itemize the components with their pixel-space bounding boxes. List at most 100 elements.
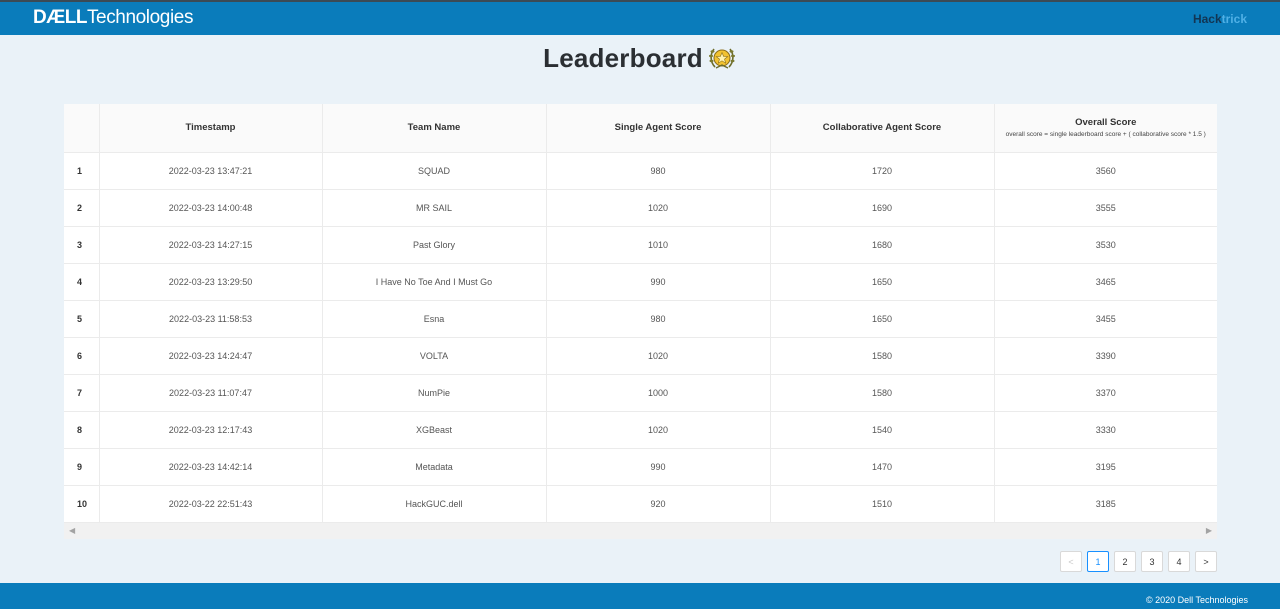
timestamp-cell: 2022-03-23 14:27:15 xyxy=(99,226,323,264)
overall-score-column-header: Overall Score overall score = single lea… xyxy=(994,104,1217,153)
overall-score-formula: overall score = single leaderboard score… xyxy=(1005,131,1206,139)
single-score-cell: 1000 xyxy=(546,374,771,413)
overall-score-cell: 3330 xyxy=(994,411,1217,450)
collaborative-score-cell: 1540 xyxy=(770,411,995,450)
table-row: 1 2022-03-23 13:47:21 SQUAD 980 1720 356… xyxy=(64,152,1217,190)
collaborative-score-cell: 1580 xyxy=(770,374,995,413)
rank-column-header xyxy=(64,104,100,153)
collaborative-score-cell: 1680 xyxy=(770,226,995,264)
timestamp-cell: 2022-03-23 13:47:21 xyxy=(99,152,323,190)
rank-cell: 7 xyxy=(64,374,100,413)
pagination: < 1 2 3 4 > xyxy=(1060,551,1217,572)
overall-score-cell: 3530 xyxy=(994,226,1217,264)
table-row: 6 2022-03-23 14:24:47 VOLTA 1020 1580 33… xyxy=(64,337,1217,376)
team-name-cell: HackGUC.dell xyxy=(322,485,547,524)
rank-cell: 6 xyxy=(64,337,100,376)
single-score-cell: 980 xyxy=(546,152,771,190)
page-button-4[interactable]: 4 xyxy=(1168,551,1190,572)
timestamp-cell: 2022-03-23 14:00:48 xyxy=(99,189,323,227)
timestamp-cell: 2022-03-23 13:29:50 xyxy=(99,263,323,301)
collaborative-score-cell: 1650 xyxy=(770,300,995,338)
hacktrick-logo-part1: Hack xyxy=(1192,12,1222,26)
overall-score-cell: 3555 xyxy=(994,189,1217,227)
table-horizontal-scrollbar[interactable]: ◀ ▶ xyxy=(64,523,1217,539)
table-row: 4 2022-03-23 13:29:50 I Have No Toe And … xyxy=(64,263,1217,301)
overall-score-cell: 3560 xyxy=(994,152,1217,190)
team-name-cell: XGBeast xyxy=(322,411,547,450)
rank-cell: 9 xyxy=(64,448,100,487)
single-score-cell: 1020 xyxy=(546,189,771,227)
team-name-cell: VOLTA xyxy=(322,337,547,376)
timestamp-cell: 2022-03-23 11:07:47 xyxy=(99,374,323,413)
overall-score-cell: 3465 xyxy=(994,263,1217,301)
team-name-cell: I Have No Toe And I Must Go xyxy=(322,263,547,301)
timestamp-cell: 2022-03-23 14:42:14 xyxy=(99,448,323,487)
single-score-cell: 1020 xyxy=(546,411,771,450)
table-row: 5 2022-03-23 11:58:53 Esna 980 1650 3455 xyxy=(64,300,1217,338)
collaborative-score-cell: 1580 xyxy=(770,337,995,376)
single-score-cell: 920 xyxy=(546,485,771,524)
leaderboard-table: Timestamp Team Name Single Agent Score C… xyxy=(64,104,1217,524)
rank-cell: 2 xyxy=(64,189,100,227)
overall-score-cell: 3370 xyxy=(994,374,1217,413)
hacktrick-logo-part2: trick xyxy=(1221,12,1247,26)
trophy-icon xyxy=(707,43,737,73)
timestamp-column-header: Timestamp xyxy=(99,104,323,153)
table-row: 7 2022-03-23 11:07:47 NumPie 1000 1580 3… xyxy=(64,374,1217,413)
overall-score-cell: 3455 xyxy=(994,300,1217,338)
collaborative-score-cell: 1650 xyxy=(770,263,995,301)
rank-cell: 5 xyxy=(64,300,100,338)
timestamp-cell: 2022-03-23 11:58:53 xyxy=(99,300,323,338)
team-name-cell: Esna xyxy=(322,300,547,338)
next-page-button[interactable]: > xyxy=(1195,551,1217,572)
collaborative-score-cell: 1470 xyxy=(770,448,995,487)
overall-score-title: Overall Score xyxy=(1075,117,1137,129)
timestamp-cell: 2022-03-23 12:17:43 xyxy=(99,411,323,450)
table-row: 8 2022-03-23 12:17:43 XGBeast 1020 1540 … xyxy=(64,411,1217,450)
timestamp-cell: 2022-03-23 14:24:47 xyxy=(99,337,323,376)
page-title-row: Leaderboard xyxy=(0,40,1280,76)
footer-copyright: © 2020 Dell Technologies xyxy=(1145,595,1248,605)
single-score-cell: 1010 xyxy=(546,226,771,264)
overall-score-cell: 3390 xyxy=(994,337,1217,376)
rank-cell: 3 xyxy=(64,226,100,264)
footer: © 2020 Dell Technologies xyxy=(0,583,1280,609)
single-agent-score-column-header: Single Agent Score xyxy=(546,104,771,153)
hacktrick-logo[interactable]: Hacktrick xyxy=(1193,12,1247,26)
page-button-2[interactable]: 2 xyxy=(1114,551,1136,572)
top-navbar: DÆLLTechnologies Hacktrick xyxy=(0,0,1280,35)
rank-cell: 10 xyxy=(64,485,100,524)
scroll-left-arrow-icon[interactable]: ◀ xyxy=(69,526,75,535)
single-score-cell: 980 xyxy=(546,300,771,338)
table-row: 2 2022-03-23 14:00:48 MR SAIL 1020 1690 … xyxy=(64,189,1217,227)
dell-technologies-logo[interactable]: DÆLLTechnologies xyxy=(33,8,193,28)
timestamp-cell: 2022-03-22 22:51:43 xyxy=(99,485,323,524)
previous-page-button[interactable]: < xyxy=(1060,551,1082,572)
rank-cell: 1 xyxy=(64,152,100,190)
table-row: 3 2022-03-23 14:27:15 Past Glory 1010 16… xyxy=(64,226,1217,264)
table-header-row: Timestamp Team Name Single Agent Score C… xyxy=(64,104,1217,153)
single-score-cell: 990 xyxy=(546,448,771,487)
collaborative-score-cell: 1690 xyxy=(770,189,995,227)
team-name-cell: SQUAD xyxy=(322,152,547,190)
collaborative-agent-score-column-header: Collaborative Agent Score xyxy=(770,104,995,153)
logo-dell-text: DÆLL xyxy=(33,7,87,28)
collaborative-score-cell: 1510 xyxy=(770,485,995,524)
team-name-cell: MR SAIL xyxy=(322,189,547,227)
collaborative-score-cell: 1720 xyxy=(770,152,995,190)
page-button-3[interactable]: 3 xyxy=(1141,551,1163,572)
page-title: Leaderboard xyxy=(543,42,703,73)
table-row: 9 2022-03-23 14:42:14 Metadata 990 1470 … xyxy=(64,448,1217,487)
team-name-column-header: Team Name xyxy=(322,104,547,153)
single-score-cell: 990 xyxy=(546,263,771,301)
logo-technologies-text: Technologies xyxy=(86,7,194,28)
team-name-cell: Past Glory xyxy=(322,226,547,264)
team-name-cell: Metadata xyxy=(322,448,547,487)
page-button-1[interactable]: 1 xyxy=(1087,551,1109,572)
single-score-cell: 1020 xyxy=(546,337,771,376)
team-name-cell: NumPie xyxy=(322,374,547,413)
rank-cell: 4 xyxy=(64,263,100,301)
table-row: 10 2022-03-22 22:51:43 HackGUC.dell 920 … xyxy=(64,485,1217,524)
scroll-right-arrow-icon[interactable]: ▶ xyxy=(1206,526,1212,535)
overall-score-cell: 3195 xyxy=(994,448,1217,487)
